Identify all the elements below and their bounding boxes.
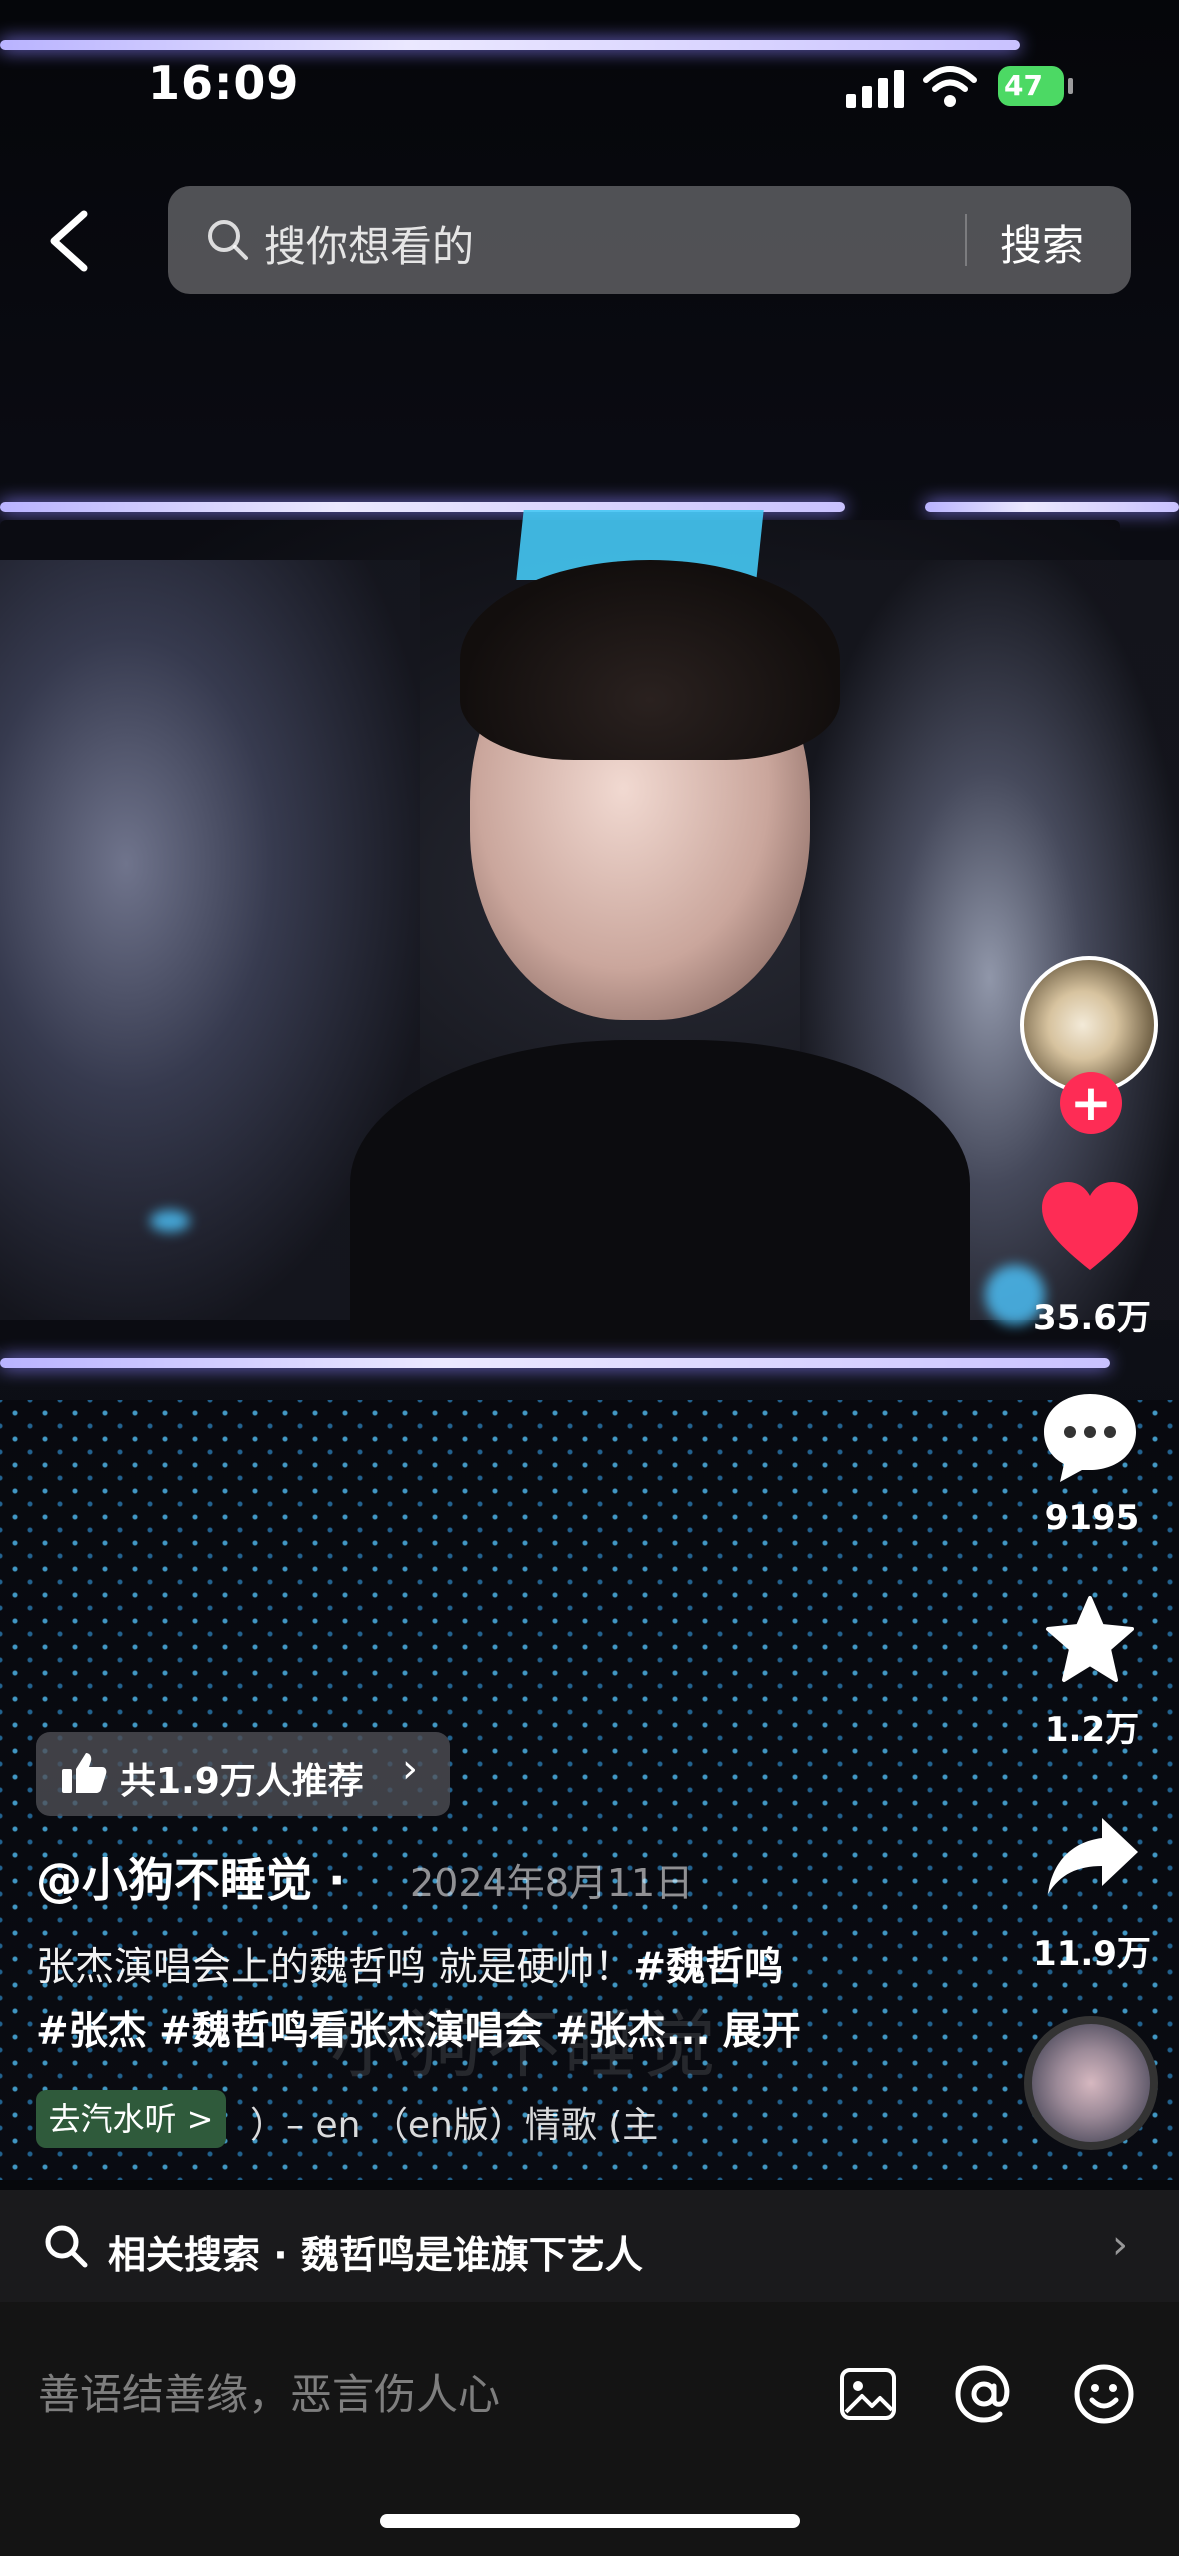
music-title[interactable]: ）– en （en版）情歌 (主 bbox=[250, 2096, 658, 2148]
person-hair bbox=[460, 560, 840, 760]
emoji-icon[interactable] bbox=[1072, 2362, 1136, 2426]
hashtag[interactable]: #魏哲鸣 bbox=[633, 1945, 783, 1990]
music-disc[interactable] bbox=[1024, 2016, 1158, 2150]
wifi-icon bbox=[923, 66, 977, 107]
author-name[interactable]: @小狗不睡觉 · bbox=[36, 1844, 346, 1910]
video-player[interactable]: 小狗不睡觉 bbox=[0, 0, 1179, 2556]
status-time: 16:09 bbox=[148, 56, 300, 110]
share-count: 11.9万 bbox=[1033, 1934, 1151, 1974]
chevron-right-icon: › bbox=[402, 1746, 418, 1792]
hashtag[interactable]: #张杰 bbox=[36, 2009, 147, 2054]
favorite-count: 1.2万 bbox=[1044, 1710, 1140, 1750]
stage-light-bar bbox=[0, 1358, 1110, 1368]
search-button[interactable]: 搜索 bbox=[1000, 212, 1084, 273]
heart-icon[interactable] bbox=[1040, 1180, 1140, 1272]
search-icon bbox=[208, 220, 248, 260]
stage-light-bar bbox=[925, 502, 1179, 512]
expand-link[interactable]: 展开 bbox=[723, 2009, 801, 2054]
person-shirt bbox=[350, 1040, 970, 1360]
related-search-text[interactable]: 相关搜索 · 魏哲鸣是谁旗下艺人 bbox=[108, 2224, 643, 2279]
comment-input[interactable] bbox=[36, 2358, 800, 2430]
comment-count: 9195 bbox=[1044, 1498, 1140, 1538]
stage-light-bar bbox=[0, 40, 1020, 50]
share-icon[interactable] bbox=[1046, 1814, 1140, 1898]
search-placeholder[interactable]: 搜你想看的 bbox=[264, 213, 474, 274]
hashtag[interactable]: #张杰... bbox=[555, 2009, 710, 2054]
back-icon[interactable] bbox=[40, 206, 100, 276]
follow-button[interactable]: + bbox=[1060, 1072, 1122, 1134]
battery-cap bbox=[1068, 78, 1073, 94]
search-icon bbox=[45, 2225, 88, 2268]
music-app-link[interactable]: 去汽水听 > bbox=[36, 2090, 226, 2148]
description-line: 张杰演唱会上的魏哲鸣 就是硬帅！#魏哲鸣 bbox=[36, 1936, 783, 1992]
at-icon[interactable] bbox=[952, 2362, 1016, 2426]
description-text: 张杰演唱会上的魏哲鸣 就是硬帅！ bbox=[36, 1945, 634, 1990]
comment-icon[interactable] bbox=[1040, 1390, 1140, 1486]
search-divider bbox=[965, 214, 967, 266]
signal-icon bbox=[846, 70, 904, 108]
image-icon[interactable] bbox=[836, 2362, 900, 2426]
lightstick-glow bbox=[150, 1210, 190, 1232]
chevron-right-icon[interactable]: › bbox=[1112, 2222, 1128, 2268]
recommend-text: 共1.9万人推荐 bbox=[120, 1761, 364, 1802]
thumbs-up-icon bbox=[62, 1753, 107, 1793]
star-icon[interactable] bbox=[1044, 1594, 1136, 1686]
home-indicator[interactable] bbox=[380, 2514, 800, 2528]
hashtag[interactable]: #魏哲鸣看张杰演唱会 bbox=[159, 2009, 543, 2054]
battery-indicator: 47 bbox=[998, 66, 1064, 106]
post-date: 2024年8月11日 bbox=[410, 1861, 694, 1905]
like-count: 35.6万 bbox=[1033, 1298, 1151, 1338]
description-line: #张杰 #魏哲鸣看张杰演唱会 #张杰... 展开 bbox=[36, 2000, 801, 2056]
